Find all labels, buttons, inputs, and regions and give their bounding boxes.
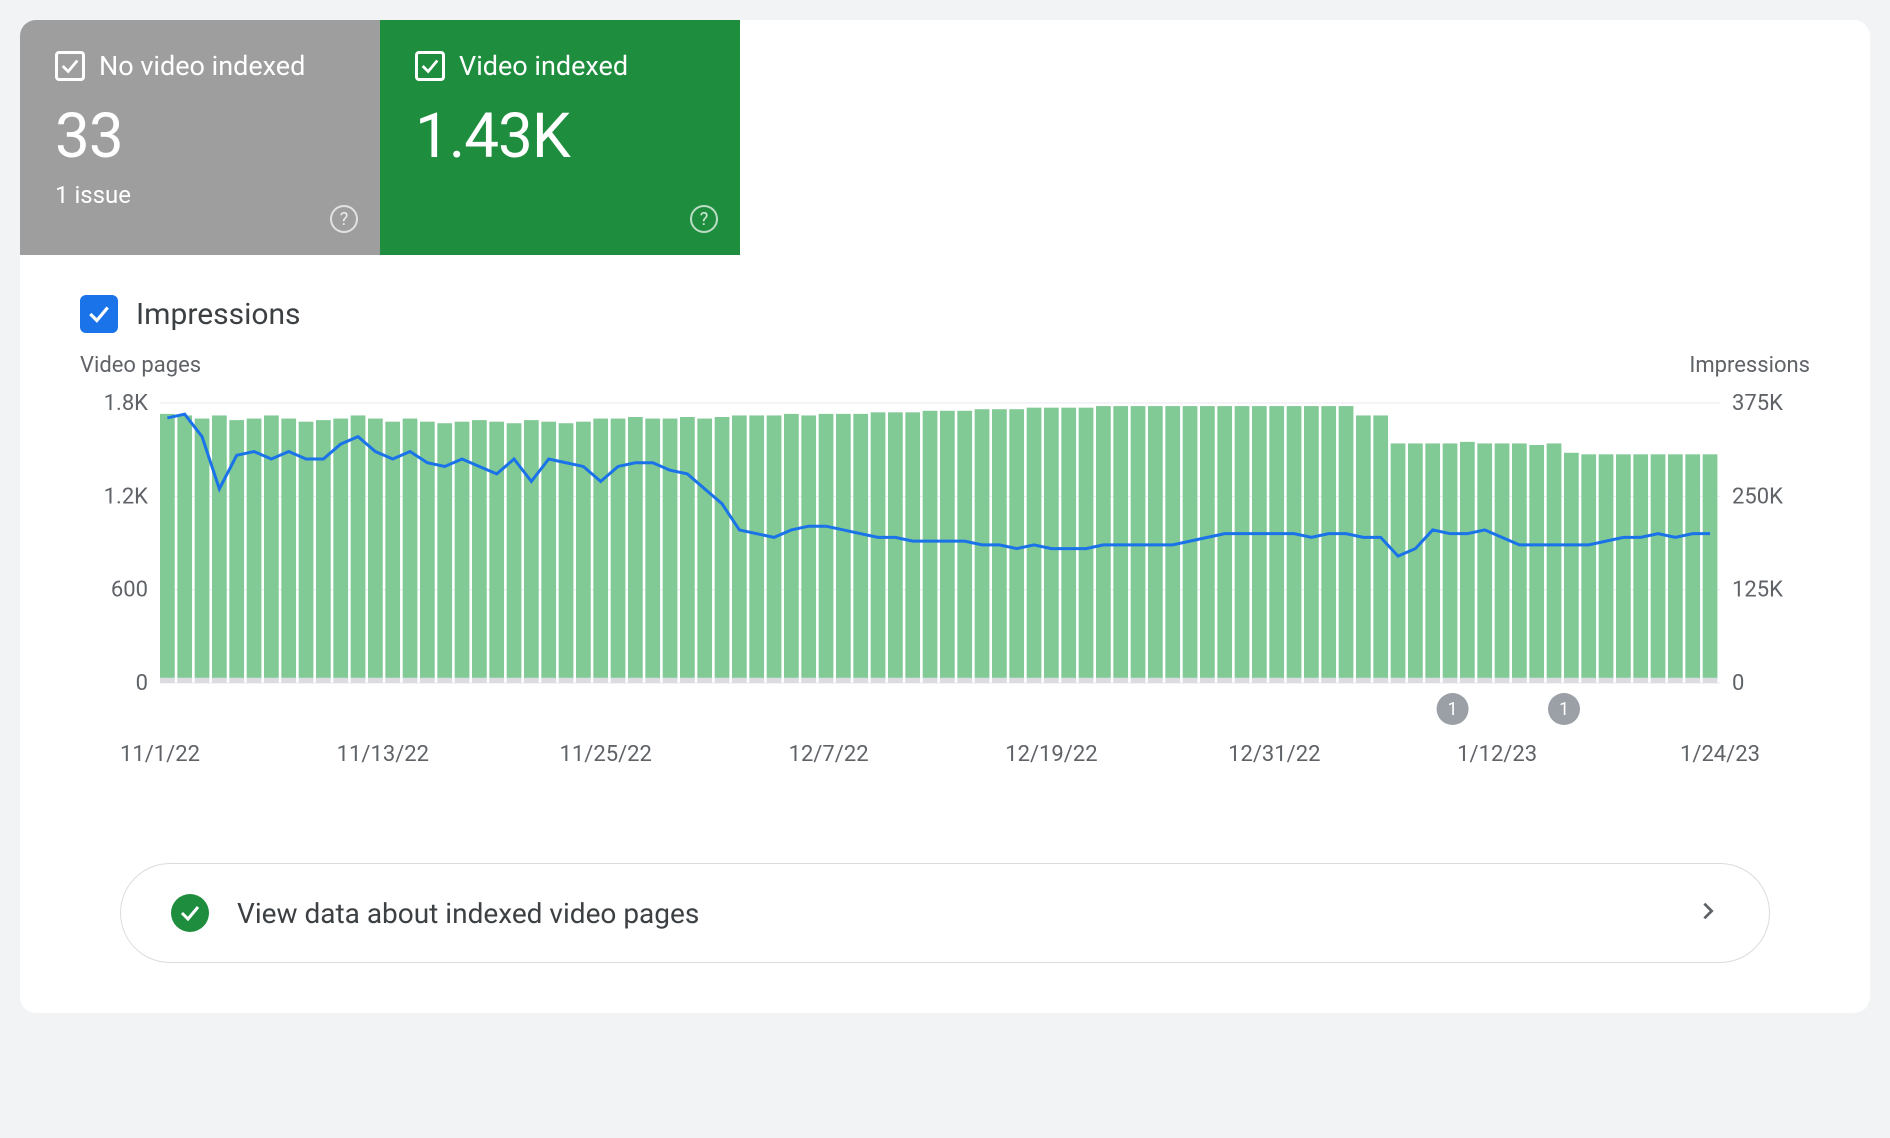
svg-text:250K: 250K — [1732, 484, 1783, 509]
svg-text:1/24/23: 1/24/23 — [1680, 742, 1760, 767]
tile-value: 33 — [55, 100, 345, 173]
svg-text:1: 1 — [1559, 699, 1569, 720]
impressions-label: Impressions — [136, 297, 301, 332]
tile-value: 1.43K — [415, 100, 705, 173]
checkbox-checked-icon — [415, 51, 445, 81]
tile-subtext: 1 issue — [55, 181, 345, 209]
tile-video-indexed[interactable]: Video indexed 1.43K ? — [380, 20, 740, 255]
impressions-toggle-row: Impressions — [20, 255, 1870, 353]
svg-text:1.2K: 1.2K — [104, 484, 149, 509]
tile-label: No video indexed — [99, 50, 305, 82]
svg-text:0: 0 — [1732, 671, 1744, 696]
help-icon[interactable]: ? — [330, 205, 358, 233]
svg-text:12/31/22: 12/31/22 — [1228, 742, 1320, 767]
chart-svg: 1.8K 375K 1.2K 250K 600 125K 0 0 11/1/22 11/13/22… — [80, 373, 1810, 773]
help-icon[interactable]: ? — [690, 205, 718, 233]
svg-text:11/1/22: 11/1/22 — [120, 742, 200, 767]
svg-text:600: 600 — [111, 578, 148, 603]
svg-text:0: 0 — [136, 671, 148, 696]
svg-text:12/7/22: 12/7/22 — [789, 742, 869, 767]
svg-text:125K: 125K — [1732, 578, 1783, 603]
svg-text:375K: 375K — [1732, 391, 1783, 416]
impressions-checkbox[interactable] — [80, 295, 118, 333]
metric-tiles: No video indexed 33 1 issue ? Video inde… — [20, 20, 1870, 255]
view-indexed-pages-link[interactable]: View data about indexed video pages — [120, 863, 1770, 963]
footer-text: View data about indexed video pages — [237, 897, 1669, 930]
right-axis-title: Impressions — [1689, 353, 1810, 378]
svg-text:11/13/22: 11/13/22 — [337, 742, 429, 767]
chart-area: Video pages Impressions 1.8K 375K 1.2K 250K… — [20, 353, 1870, 783]
check-circle-icon — [171, 894, 209, 932]
svg-text:12/19/22: 12/19/22 — [1005, 742, 1097, 767]
checkbox-checked-icon — [55, 51, 85, 81]
svg-text:11/25/22: 11/25/22 — [560, 742, 652, 767]
report-card: No video indexed 33 1 issue ? Video inde… — [20, 20, 1870, 1013]
svg-text:1: 1 — [1448, 699, 1458, 720]
svg-text:1.8K: 1.8K — [104, 391, 149, 416]
tile-no-video-indexed[interactable]: No video indexed 33 1 issue ? — [20, 20, 380, 255]
svg-text:1/12/23: 1/12/23 — [1457, 742, 1537, 767]
tile-label: Video indexed — [459, 50, 628, 82]
left-axis-title: Video pages — [80, 353, 201, 378]
chevron-right-icon — [1697, 900, 1719, 926]
